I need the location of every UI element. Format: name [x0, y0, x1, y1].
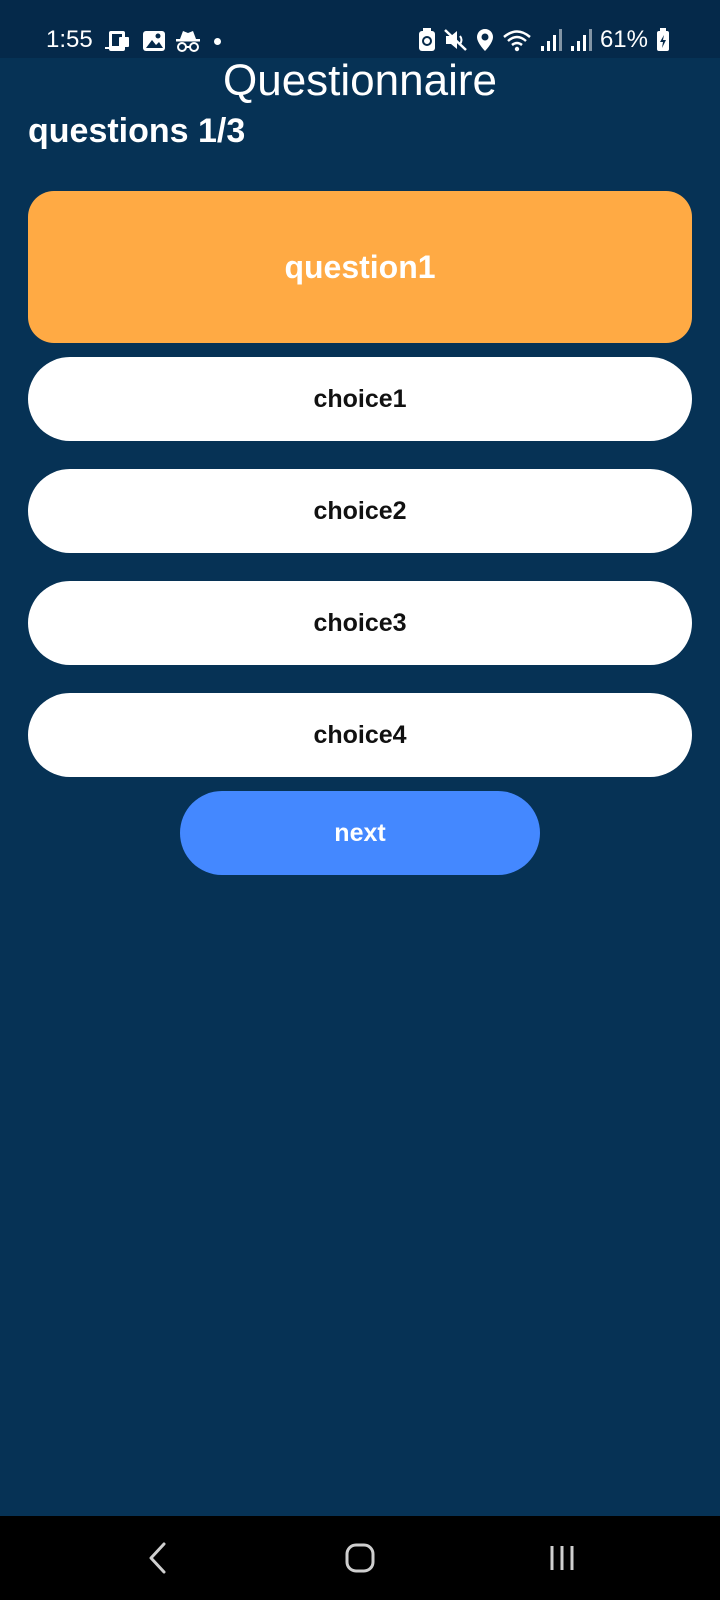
battery-saver-icon: [418, 28, 436, 52]
next-label: next: [334, 818, 386, 847]
choice-button-4[interactable]: choice4: [28, 693, 692, 777]
question-progress: questions 1/3: [28, 112, 246, 150]
choice-label: choice1: [313, 384, 407, 413]
location-icon: [476, 28, 494, 52]
page-title: Questionnaire: [223, 56, 497, 105]
choice-label: choice2: [313, 496, 407, 525]
signal-icon: [570, 28, 592, 52]
battery-percent: 61%: [599, 26, 648, 53]
recents-icon[interactable]: [540, 1536, 584, 1580]
question-text: question1: [284, 248, 436, 285]
question-card: question1: [28, 191, 692, 343]
choice-button-3[interactable]: choice3: [28, 581, 692, 665]
mute-icon: [444, 28, 468, 52]
choice-label: choice3: [313, 608, 407, 637]
battery-icon: [656, 28, 670, 52]
back-icon[interactable]: [136, 1536, 180, 1580]
gallery-icon: [142, 30, 166, 52]
questionnaire-screen: 1:55 61% Questionnaire questions 1/3 que…: [0, 0, 720, 1600]
choice-button-1[interactable]: choice1: [28, 357, 692, 441]
status-bar: 1:55 61%: [0, 0, 720, 58]
choice-label: choice4: [313, 720, 407, 749]
status-time: 1:55: [46, 26, 93, 53]
wifi-icon: [502, 28, 532, 52]
notification-dot: [214, 37, 221, 45]
device-icon: [105, 29, 133, 53]
choice-button-2[interactable]: choice2: [28, 469, 692, 553]
incognito-icon: [175, 29, 201, 53]
next-button[interactable]: next: [180, 791, 540, 875]
navigation-bar: [0, 1516, 720, 1600]
signal-icon: [540, 28, 562, 52]
home-icon[interactable]: [338, 1536, 382, 1580]
